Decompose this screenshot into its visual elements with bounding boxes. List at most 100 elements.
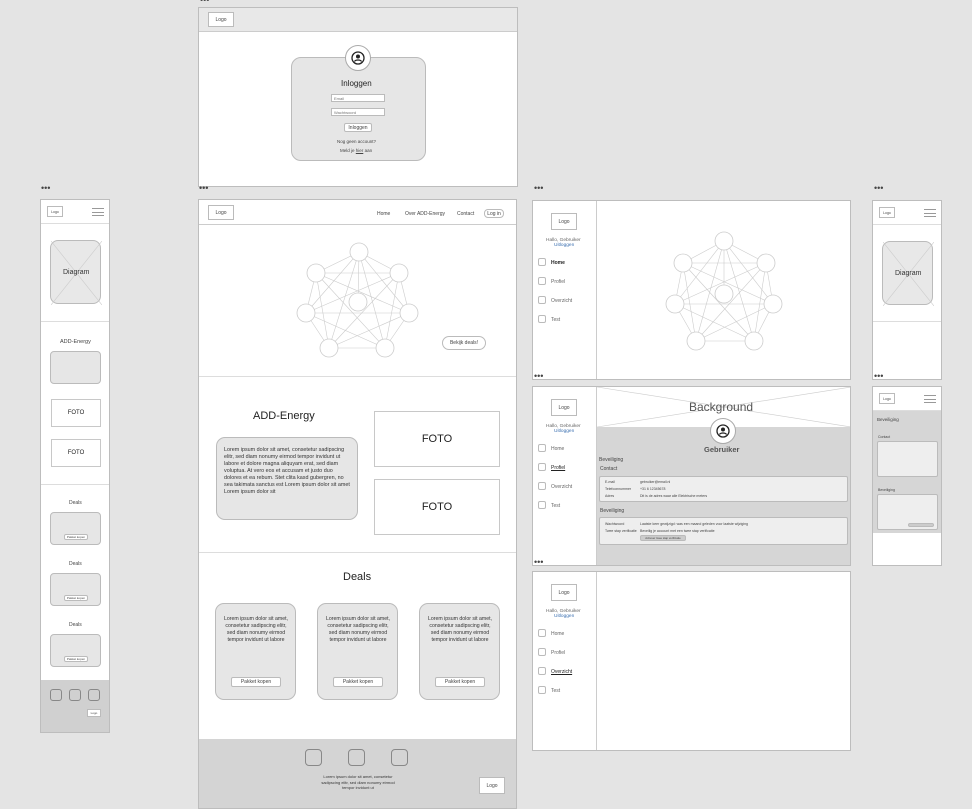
view-deals-button[interactable]: Bekijk deals! [442, 336, 486, 350]
desktop-home-artboard: Logo Home Over ADD-Energy Contact Log in… [198, 199, 517, 809]
artboard-menu-icon[interactable]: ••• [874, 184, 886, 193]
nav-icon [538, 686, 546, 694]
contact-card [877, 441, 938, 477]
about-title: ADD-Energy [253, 410, 315, 422]
email-field[interactable] [331, 94, 385, 102]
nav-icon [538, 258, 546, 266]
nav-home[interactable]: Home [551, 260, 565, 266]
social-icon[interactable] [50, 689, 62, 701]
nav-icon [538, 444, 546, 452]
nav-home[interactable]: Home [377, 211, 390, 217]
deals-title: Deals [69, 622, 82, 628]
contact-value: +31 6 12345678 [640, 487, 666, 491]
artboard-menu-icon[interactable]: ••• [534, 372, 546, 381]
deals-title: Deals [343, 571, 372, 583]
security-card: Wachtwoord Laatste keer gewijzigd: was e… [599, 517, 848, 545]
nav-icon [538, 648, 546, 656]
security-value: Beveilig je account met een twee stap ve… [640, 529, 715, 533]
diagram-placeholder: Diagram [50, 240, 102, 305]
security-card [877, 494, 938, 530]
activate-2fa-button[interactable] [908, 523, 934, 527]
nav-icon [538, 277, 546, 285]
nav-profile[interactable]: Profiel [551, 465, 565, 471]
logo[interactable]: Logo [551, 584, 577, 601]
login-nav-button[interactable]: Log in [484, 209, 504, 218]
password-field[interactable] [331, 108, 385, 116]
social-icon[interactable] [391, 749, 408, 766]
register-text: Meld je hier aan [340, 148, 372, 153]
logo[interactable]: Logo [551, 399, 577, 416]
deal-card [50, 512, 101, 545]
profile-content: Beveiliging Contact Beveiliging [873, 411, 941, 533]
logout-link[interactable]: Uitloggen [554, 614, 574, 619]
nav-profile[interactable]: Profiel [551, 650, 565, 656]
logout-link[interactable]: Uitloggen [554, 429, 574, 434]
nav-icon [538, 629, 546, 637]
logo[interactable]: Logo [47, 206, 63, 217]
dashboard-overview-artboard: Logo Hallo, Gebruiker Uitloggen Home Pro… [532, 571, 851, 751]
diagram-label: Diagram [63, 269, 90, 276]
logo[interactable]: Logo [879, 393, 895, 404]
nav-icon [538, 463, 546, 471]
contact-label: Telefoonnummer [605, 487, 632, 491]
artboard-menu-icon[interactable]: ••• [41, 184, 53, 193]
login-button[interactable]: Inloggen [344, 123, 372, 132]
hamburger-menu-icon[interactable] [924, 395, 936, 403]
contact-title: Contact [878, 435, 891, 439]
security-title: Beveiliging [600, 508, 625, 514]
sidebar: Logo Hallo, Gebruiker Uitloggen Home Pro… [533, 572, 597, 750]
artboard-menu-icon[interactable]: ••• [200, 0, 212, 5]
nav-contact[interactable]: Contact [457, 211, 474, 217]
nav-test[interactable]: Test [551, 503, 560, 509]
nav-home[interactable]: Home [551, 631, 564, 637]
nav-icon [538, 482, 546, 490]
nav-icon [538, 296, 546, 304]
hamburger-menu-icon[interactable] [92, 208, 104, 216]
footer: Logo [41, 680, 109, 732]
deal-button[interactable]: Pakket kopen [64, 534, 88, 540]
artboard-menu-icon[interactable]: ••• [534, 558, 546, 567]
nav-about[interactable]: Over ADD-Energy [405, 211, 445, 217]
nav-overview[interactable]: Overzicht [551, 669, 572, 675]
artboard-menu-icon[interactable]: ••• [534, 184, 546, 193]
social-icon[interactable] [88, 689, 100, 701]
nav-test[interactable]: Test [551, 317, 560, 323]
deal-text: Lorem ipsum dolor sit amet, consetetur s… [325, 616, 390, 643]
logo[interactable]: Logo [208, 12, 234, 27]
profile-content: Background Gebruiker Beveiliging Contact… [597, 387, 850, 565]
logo[interactable]: Logo [551, 213, 577, 230]
logo[interactable]: Logo [479, 777, 505, 794]
sidebar: Logo Hallo, Gebruiker Uitloggen Home Pro… [533, 387, 597, 565]
deal-button[interactable]: Pakket kopen [64, 656, 88, 662]
about-title: ADD-Energy [60, 339, 91, 345]
nav-test[interactable]: Test [551, 688, 560, 694]
social-icon[interactable] [348, 749, 365, 766]
contact-title: Contact [600, 466, 618, 472]
hamburger-menu-icon[interactable] [924, 209, 936, 217]
nav-profile[interactable]: Profiel [551, 279, 565, 285]
section-label: Beveiliging [877, 417, 899, 422]
deal-button[interactable]: Pakket kopen [231, 677, 281, 687]
nav-home[interactable]: Home [551, 446, 564, 452]
social-icon[interactable] [69, 689, 81, 701]
activate-2fa-button[interactable]: Activeer twee stap verificatie [640, 535, 686, 541]
nav-overview[interactable]: Overzicht [551, 298, 572, 304]
artboard-menu-icon[interactable]: ••• [874, 372, 886, 381]
deal-text: Lorem ipsum dolor sit amet, consetetur s… [427, 616, 492, 643]
logo[interactable]: Logo [87, 709, 101, 717]
register-link[interactable]: hier [356, 148, 364, 153]
deal-button[interactable]: Pakket kopen [64, 595, 88, 601]
logout-link[interactable]: Uitloggen [554, 243, 574, 248]
contact-label: E-mail [605, 480, 615, 484]
artboard-menu-icon[interactable]: ••• [199, 184, 211, 193]
logo[interactable]: Logo [208, 205, 234, 220]
deal-button[interactable]: Pakket kopen [435, 677, 485, 687]
logo[interactable]: Logo [879, 207, 895, 218]
header-bar [199, 8, 517, 32]
about-card [50, 351, 101, 384]
deal-button[interactable]: Pakket kopen [333, 677, 383, 687]
nav-icon [538, 501, 546, 509]
nav-overview[interactable]: Overzicht [551, 484, 572, 490]
no-account-text: Nog geen account? [337, 139, 377, 144]
social-icon[interactable] [305, 749, 322, 766]
